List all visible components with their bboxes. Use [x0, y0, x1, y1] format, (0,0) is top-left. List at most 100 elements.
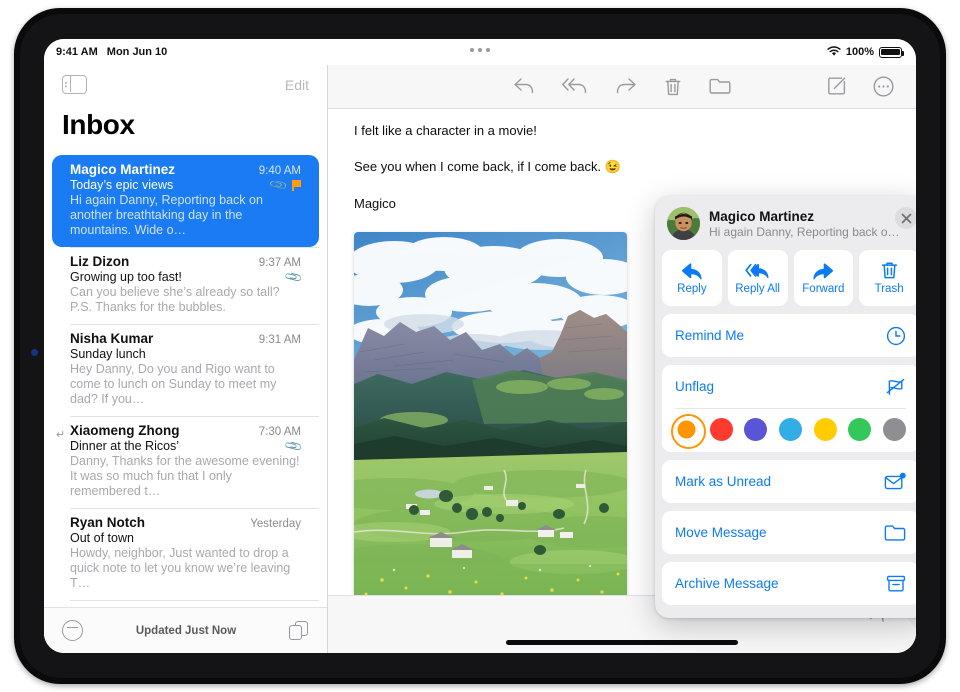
battery-percent-label: 100% [845, 46, 874, 58]
archive-message-label: Archive Message [675, 576, 779, 591]
ipad-device-frame: 9:41 AM Mon Jun 10 100% Edit Inbox Magic… [14, 8, 946, 684]
trash-icon [881, 261, 898, 280]
list-item[interactable]: Nisha Kumar 9:31 AM Sunday lunch Hey Dan… [52, 324, 319, 416]
envelope-badge-icon [884, 472, 906, 491]
list-item[interactable]: Po-Chun Yeh Yesterday Lunch call? Think … [52, 600, 319, 607]
reply-icon [681, 262, 703, 280]
page-title: Inbox [62, 109, 135, 140]
popover-sender-block: Magico Martinez Hi again Danny, Reportin… [709, 209, 900, 239]
close-icon[interactable] [895, 207, 916, 229]
reply-label: Reply [677, 282, 707, 295]
flag-color-yellow[interactable] [813, 418, 837, 441]
reply-button[interactable]: Reply [662, 250, 722, 306]
reply-all-icon[interactable] [562, 77, 588, 97]
unflag-item[interactable]: Unflag [662, 365, 916, 408]
status-bar: 9:41 AM Mon Jun 10 100% [44, 39, 916, 65]
message-subject: Out of town [70, 531, 134, 545]
list-item[interactable]: Magico Martinez 9:40 AM Today’s epic vie… [52, 155, 319, 247]
flag-slash-icon [885, 377, 906, 397]
message-subject: Sunday lunch [70, 347, 146, 361]
flag-color-purple[interactable] [744, 418, 768, 441]
trash-button[interactable]: Trash [859, 250, 916, 306]
multiple-messages-icon[interactable] [289, 620, 309, 641]
flag-color-swatches [662, 409, 916, 452]
message-subject: Dinner at the Ricos’ [70, 439, 180, 453]
flag-color-teal[interactable] [778, 418, 802, 441]
multitasking-handle[interactable] [470, 48, 490, 52]
avatar [667, 207, 700, 240]
edit-button[interactable]: Edit [285, 77, 309, 93]
mark-unread-card: Mark as Unread [662, 460, 916, 503]
quick-actions-row: Reply Reply All Forward Trash [662, 250, 916, 306]
reply-icon[interactable] [513, 77, 535, 97]
bezel-sensor-dot [31, 349, 38, 356]
list-item[interactable]: ↵ Xiaomeng Zhong 7:30 AM Dinner at the R… [52, 416, 319, 508]
message-sender: Xiaomeng Zhong [70, 423, 180, 438]
status-bar-right: 100% [827, 45, 904, 59]
message-subject: Today’s epic views [70, 178, 174, 192]
more-options-icon[interactable] [873, 76, 894, 97]
reply-all-label: Reply All [735, 282, 780, 295]
message-sender: Magico Martinez [70, 162, 176, 177]
compose-icon[interactable] [827, 76, 847, 97]
message-line: I felt like a character in a movie! [354, 123, 537, 138]
list-item[interactable]: Liz Dizon 9:37 AM Growing up too fast! 📎… [52, 247, 319, 324]
list-item[interactable]: Ryan Notch Yesterday Out of town Howdy, … [52, 508, 319, 600]
unflag-label: Unflag [675, 379, 715, 394]
popover-preview: Hi again Danny, Reporting back o… [709, 224, 900, 239]
status-time: 9:41 AM [56, 46, 98, 58]
message-subject: Growing up too fast! [70, 270, 182, 284]
ipad-screen: 9:41 AM Mon Jun 10 100% Edit Inbox Magic… [44, 39, 916, 653]
popover-header: Magico Martinez Hi again Danny, Reportin… [662, 203, 916, 250]
remind-me-label: Remind Me [675, 328, 745, 343]
message-sender: Liz Dizon [70, 254, 130, 269]
mail-message-list[interactable]: Magico Martinez 9:40 AM Today’s epic vie… [44, 155, 327, 607]
sidebar-toggle-icon[interactable] [62, 75, 87, 94]
mountain-meadow-photo[interactable] [354, 232, 627, 595]
mark-as-unread-label: Mark as Unread [675, 474, 772, 489]
message-preview: Hi again Danny, Reporting back on anothe… [70, 193, 263, 237]
move-message-item[interactable]: Move Message [662, 511, 916, 554]
status-bar-left: 9:41 AM Mon Jun 10 [56, 46, 167, 58]
move-message-card: Move Message [662, 511, 916, 554]
message-time: Yesterday [250, 518, 301, 530]
mark-as-unread-item[interactable]: Mark as Unread [662, 460, 916, 503]
message-sender: Nisha Kumar [70, 331, 154, 346]
forward-label: Forward [802, 282, 845, 295]
folder-icon [884, 523, 906, 542]
replied-icon: ↵ [56, 429, 66, 441]
filter-icon[interactable] [62, 620, 83, 641]
archive-message-item[interactable]: Archive Message [662, 562, 916, 605]
flag-icon [292, 179, 301, 191]
flag-card: Unflag [662, 365, 916, 452]
clock-icon [886, 326, 906, 346]
flag-color-orange[interactable] [671, 414, 706, 449]
flag-color-green[interactable] [848, 418, 872, 441]
message-time: 9:31 AM [258, 334, 301, 346]
trash-icon[interactable] [664, 77, 682, 97]
update-status-label: Updated Just Now [135, 624, 237, 637]
message-actions-popover: Magico Martinez Hi again Danny, Reportin… [655, 196, 916, 618]
forward-button[interactable]: Forward [793, 250, 854, 306]
folder-icon[interactable] [709, 77, 731, 97]
battery-icon [879, 46, 904, 58]
popover-sender: Magico Martinez [709, 208, 815, 224]
message-preview: Danny, Thanks for the awesome evening! I… [70, 454, 300, 498]
reply-all-button[interactable]: Reply All [727, 250, 788, 306]
flag-color-red[interactable] [709, 418, 733, 441]
reply-all-icon [744, 262, 771, 280]
flag-color-gray[interactable] [882, 418, 906, 441]
message-preview: Can you believe she’s already so tall? P… [70, 285, 280, 314]
move-message-label: Move Message [675, 525, 767, 540]
message-preview: Howdy, neighbor, Just wanted to drop a q… [70, 546, 291, 590]
home-indicator[interactable] [506, 640, 738, 645]
forward-icon [812, 262, 834, 280]
message-sender: Ryan Notch [70, 515, 146, 530]
remind-me-item[interactable]: Remind Me [662, 314, 916, 357]
message-preview: Hey Danny, Do you and Rigo want to come … [70, 362, 277, 406]
sidebar-footer-toolbar: Updated Just Now [44, 607, 327, 653]
message-toolbar [328, 65, 916, 109]
forward-icon[interactable] [615, 77, 637, 97]
archivebox-icon [886, 574, 906, 593]
archive-message-card: Archive Message [662, 562, 916, 605]
